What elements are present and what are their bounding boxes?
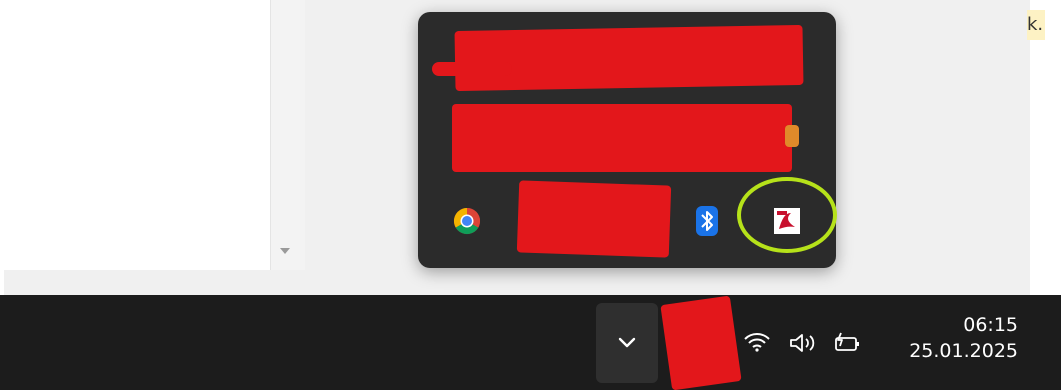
redacted-area: [454, 24, 804, 92]
redacted-area: [660, 295, 742, 390]
redacted-area: [785, 125, 799, 147]
system-clock[interactable]: 06:15 25.01.2025: [888, 312, 1018, 364]
battery-charging-icon[interactable]: [830, 328, 866, 358]
clock-date: 25.01.2025: [909, 340, 1018, 362]
wifi-icon[interactable]: [740, 327, 774, 357]
scroll-down-arrow-icon[interactable]: [280, 248, 290, 254]
scrollbar-track[interactable]: [270, 0, 305, 270]
bluetooth-icon[interactable]: [693, 205, 721, 237]
chrome-icon[interactable]: [451, 205, 483, 237]
corner-text: k.: [1027, 10, 1045, 40]
volume-icon[interactable]: [785, 328, 821, 358]
redacted-area: [452, 104, 792, 172]
show-hidden-icons-button[interactable]: [596, 303, 658, 383]
document-panel: [0, 0, 270, 270]
clock-time: 06:15: [963, 314, 1018, 336]
chevron-down-icon: [618, 337, 636, 348]
left-edge-strip: [0, 270, 4, 295]
redacted-area: [516, 180, 672, 258]
highlight-circle: [737, 177, 837, 253]
right-margin: [1030, 0, 1061, 295]
redacted-area: [432, 62, 512, 76]
